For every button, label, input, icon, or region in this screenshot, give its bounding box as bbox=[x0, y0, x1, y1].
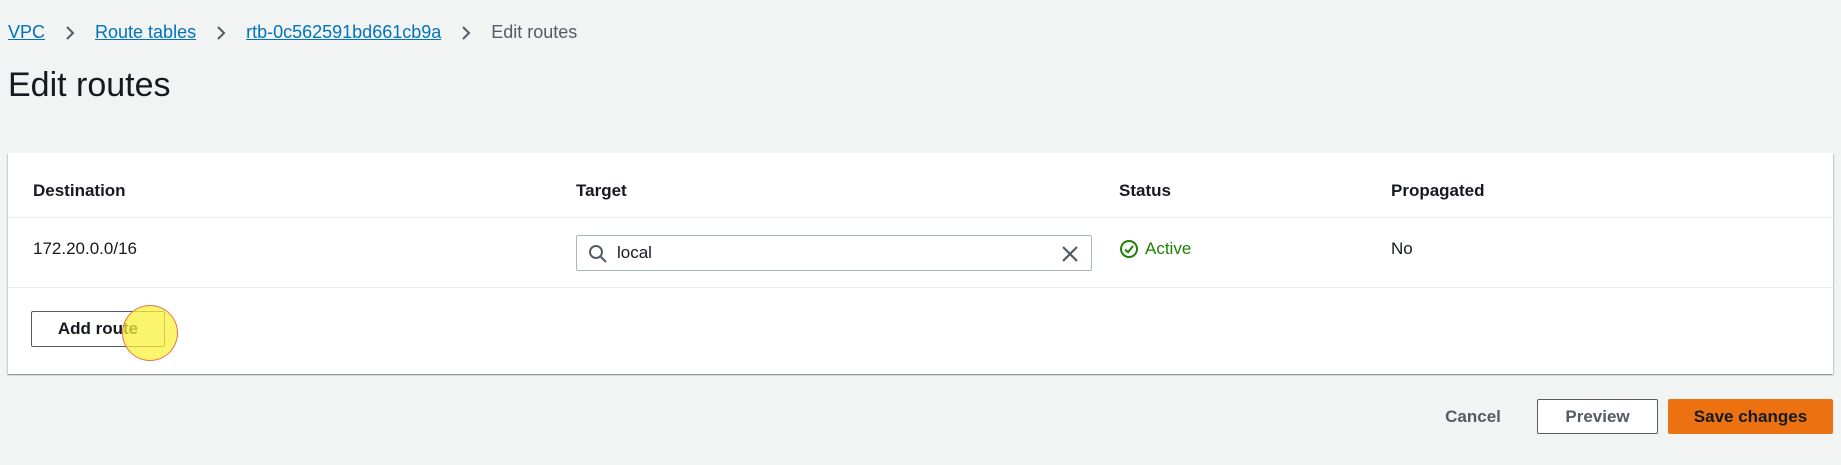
column-header-propagated: Propagated bbox=[1391, 181, 1485, 200]
row-divider bbox=[8, 287, 1833, 288]
search-icon bbox=[588, 244, 608, 264]
status-text: Active bbox=[1145, 239, 1192, 258]
target-text-field[interactable] bbox=[617, 236, 1037, 270]
breadcrumb-route-table-id-link[interactable]: rtb-0c562591bd661cb9a bbox=[246, 22, 441, 43]
save-changes-button[interactable]: Save changes bbox=[1668, 399, 1833, 434]
column-header-target: Target bbox=[576, 181, 627, 200]
chevron-right-icon bbox=[57, 24, 83, 42]
breadcrumb: VPC Route tables rtb-0c562591bd661cb9a E… bbox=[8, 22, 577, 43]
column-header-destination: Destination bbox=[33, 181, 126, 200]
target-input[interactable] bbox=[576, 235, 1092, 271]
chevron-right-icon bbox=[453, 24, 479, 42]
check-circle-icon bbox=[1120, 240, 1138, 258]
column-header-status: Status bbox=[1119, 181, 1171, 200]
header-divider bbox=[8, 217, 1833, 218]
chevron-right-icon bbox=[208, 24, 234, 42]
breadcrumb-vpc-link[interactable]: VPC bbox=[8, 22, 45, 43]
add-route-button[interactable]: Add route bbox=[31, 311, 165, 347]
page-title: Edit routes bbox=[8, 66, 171, 104]
cancel-button[interactable]: Cancel bbox=[1430, 399, 1516, 434]
status-badge: Active bbox=[1119, 239, 1191, 259]
close-icon[interactable] bbox=[1060, 244, 1080, 264]
routes-table-panel: Destination Target Status Propagated 172… bbox=[8, 153, 1833, 374]
breadcrumb-current: Edit routes bbox=[491, 22, 578, 42]
breadcrumb-route-tables-link[interactable]: Route tables bbox=[95, 22, 196, 43]
preview-button[interactable]: Preview bbox=[1537, 399, 1658, 434]
destination-cell: 172.20.0.0/16 bbox=[33, 239, 137, 258]
propagated-cell: No bbox=[1391, 239, 1413, 258]
